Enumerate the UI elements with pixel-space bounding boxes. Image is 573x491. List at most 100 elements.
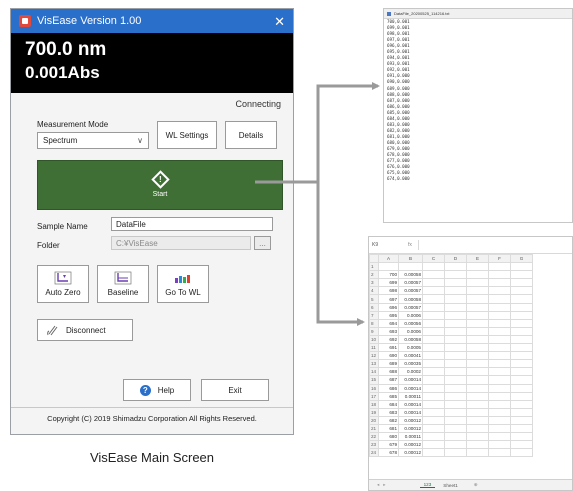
cell[interactable] — [444, 432, 467, 442]
cell[interactable] — [510, 262, 533, 272]
cell[interactable] — [466, 432, 489, 442]
cell[interactable] — [422, 383, 445, 393]
cell[interactable] — [488, 326, 511, 336]
cell[interactable]: 694 — [378, 318, 399, 328]
cell[interactable]: 680 — [378, 432, 399, 442]
cell[interactable] — [510, 278, 533, 288]
cell[interactable] — [510, 294, 533, 304]
cell[interactable] — [488, 351, 511, 361]
cell[interactable]: 0.00057 — [398, 278, 423, 288]
cell[interactable] — [510, 343, 533, 353]
cell[interactable] — [466, 310, 489, 320]
cell[interactable] — [422, 375, 445, 385]
cell[interactable] — [466, 367, 489, 377]
cell[interactable]: 0.00057 — [398, 302, 423, 312]
cell[interactable] — [444, 391, 467, 401]
cell[interactable]: 685 — [378, 391, 399, 401]
row-header[interactable]: 5 — [369, 294, 379, 304]
cell[interactable]: 0.00011 — [398, 432, 423, 442]
cell[interactable] — [510, 423, 533, 434]
cell[interactable] — [510, 391, 533, 401]
cell[interactable]: 0.0006 — [398, 326, 423, 336]
cell[interactable]: 700 — [378, 270, 399, 280]
cell[interactable] — [488, 383, 511, 393]
cell[interactable] — [488, 278, 511, 288]
cell[interactable] — [510, 286, 533, 296]
cell[interactable]: 0.0002 — [398, 367, 423, 377]
cell[interactable]: 686 — [378, 383, 399, 393]
cell[interactable] — [444, 440, 467, 450]
cell[interactable] — [422, 310, 445, 320]
cell[interactable] — [510, 334, 533, 345]
cell[interactable]: 679 — [378, 440, 399, 450]
row-header[interactable]: 18 — [369, 399, 379, 409]
cell[interactable]: 690 — [378, 351, 399, 361]
cell[interactable] — [444, 375, 467, 385]
cell[interactable] — [466, 318, 489, 328]
cell[interactable] — [466, 407, 489, 417]
cell[interactable] — [466, 262, 489, 272]
cell[interactable] — [510, 351, 533, 361]
cell[interactable]: 689 — [378, 359, 399, 369]
cell[interactable] — [466, 440, 489, 450]
cell[interactable] — [510, 440, 533, 450]
cell[interactable] — [444, 359, 467, 369]
row-header[interactable]: 16 — [369, 383, 379, 393]
cell[interactable] — [444, 423, 467, 434]
cell[interactable] — [488, 343, 511, 353]
cell[interactable] — [488, 318, 511, 328]
sheet-tab[interactable]: Sheet1 — [443, 483, 458, 488]
cell[interactable] — [444, 318, 467, 328]
cell[interactable] — [422, 367, 445, 377]
row-header[interactable]: 2 — [369, 270, 379, 280]
cell[interactable] — [510, 383, 533, 393]
cell[interactable]: 699 — [378, 278, 399, 288]
row-header[interactable]: 24 — [369, 448, 379, 458]
cell[interactable]: 697 — [378, 294, 399, 304]
cell[interactable] — [488, 286, 511, 296]
cell[interactable] — [466, 383, 489, 393]
cell[interactable] — [488, 375, 511, 385]
cell[interactable] — [422, 440, 445, 450]
cell[interactable] — [488, 310, 511, 320]
row-header[interactable]: 6 — [369, 302, 379, 312]
cell[interactable]: 684 — [378, 399, 399, 409]
cell[interactable]: 681 — [378, 423, 399, 434]
cell[interactable] — [444, 343, 467, 353]
cell[interactable]: 0.0006 — [398, 310, 423, 320]
cell[interactable]: 683 — [378, 407, 399, 417]
cell[interactable] — [488, 432, 511, 442]
cell[interactable] — [488, 423, 511, 434]
name-box[interactable]: K9 — [369, 242, 394, 248]
cell[interactable] — [422, 286, 445, 296]
row-header[interactable]: 14 — [369, 367, 379, 377]
cell[interactable] — [488, 262, 511, 272]
cell[interactable] — [510, 359, 533, 369]
row-header[interactable]: 10 — [369, 334, 379, 345]
cell[interactable]: 0.00012 — [398, 423, 423, 434]
cell[interactable] — [510, 407, 533, 417]
row-header[interactable]: 19 — [369, 407, 379, 417]
cell[interactable] — [444, 334, 467, 345]
cell[interactable] — [488, 334, 511, 345]
column-header[interactable]: B — [398, 253, 423, 264]
cell[interactable]: 0.00014 — [398, 399, 423, 409]
corner-cell[interactable] — [369, 253, 379, 264]
cell[interactable] — [466, 448, 489, 458]
cell[interactable] — [422, 278, 445, 288]
cell[interactable] — [444, 310, 467, 320]
row-header[interactable]: 4 — [369, 286, 379, 296]
cell[interactable]: 0.00041 — [398, 351, 423, 361]
cell[interactable] — [466, 399, 489, 409]
row-header[interactable]: 11 — [369, 343, 379, 353]
cell[interactable]: 0.00057 — [398, 286, 423, 296]
add-sheet-icon[interactable]: ⊕ — [474, 482, 478, 488]
cell[interactable] — [422, 351, 445, 361]
cell[interactable] — [422, 432, 445, 442]
sheet-scroll-arrows-icon[interactable]: ◂▸ — [377, 482, 390, 488]
column-header[interactable]: E — [466, 253, 489, 264]
cell[interactable] — [444, 270, 467, 280]
column-header[interactable]: G — [510, 253, 533, 264]
column-header[interactable]: C — [422, 253, 445, 264]
cell[interactable] — [466, 375, 489, 385]
